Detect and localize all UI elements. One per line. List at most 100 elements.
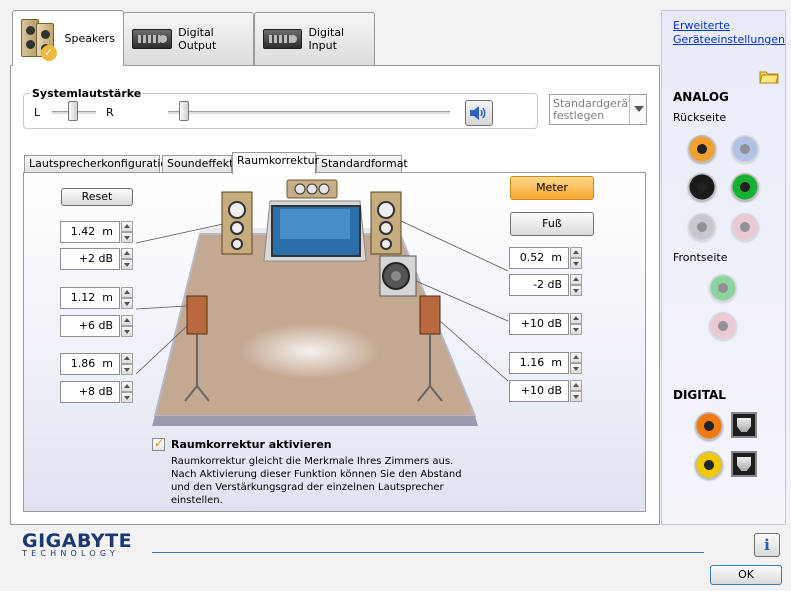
coaxial-output-jack[interactable] <box>695 412 723 440</box>
stepper-up-icon[interactable] <box>570 313 582 324</box>
side-left-gain-stepper[interactable]: +6 dB <box>60 315 134 337</box>
stepper-up-icon[interactable] <box>570 352 582 363</box>
jack-green-rear[interactable] <box>731 173 759 201</box>
front-left-gain-stepper[interactable]: +2 dB <box>60 248 134 270</box>
room-illustration <box>135 179 509 426</box>
front-label: Frontseite <box>673 251 728 264</box>
stepper-down-icon[interactable] <box>121 232 133 243</box>
front-left-gain-value: +2 <box>78 252 95 265</box>
tab-sound-effect-label: Soundeffekt <box>167 157 234 170</box>
rear-right-gain-stepper[interactable]: +10 dB <box>509 380 583 402</box>
optical-input-port[interactable] <box>731 451 757 477</box>
volume-slider-thumb[interactable] <box>179 101 189 121</box>
feet-button[interactable]: Fuß <box>510 212 594 236</box>
stepper-up-icon[interactable] <box>570 380 582 391</box>
subwoofer-gain-stepper[interactable]: +10 dB <box>509 313 583 335</box>
front-right-distance-value: 0.52 <box>519 251 545 264</box>
stepper-up-icon[interactable] <box>121 353 133 364</box>
rear-left-gain-stepper[interactable]: +8 dB <box>60 381 134 403</box>
tab-speaker-configuration-label: Lautsprecherkonfiguration <box>29 157 175 170</box>
ok-button[interactable]: OK <box>710 565 782 585</box>
room-correction-checkbox[interactable]: ✓ <box>152 436 165 451</box>
stepper-down-icon[interactable] <box>570 391 582 402</box>
stepper-down-icon[interactable] <box>570 285 582 296</box>
coaxial-input-jack[interactable] <box>695 451 723 479</box>
jack-black-rear[interactable] <box>688 173 716 201</box>
tab-speakers[interactable]: ✓ Speakers <box>12 10 124 66</box>
folder-icon[interactable] <box>759 68 779 84</box>
brand-subtitle: TECHNOLOGY <box>22 549 119 558</box>
side-left-distance-stepper[interactable]: 1.12 m <box>60 287 134 309</box>
rear-right-gain-value: +10 <box>520 384 544 397</box>
tab-speaker-configuration[interactable]: Lautsprecherkonfiguration <box>24 155 174 173</box>
meter-button[interactable]: Meter <box>510 176 594 200</box>
room-correction-checkbox-label: Raumkorrektur aktivieren <box>171 438 332 451</box>
checkmark-icon: ✓ <box>154 436 165 450</box>
footer-divider <box>152 552 704 553</box>
stepper-down-icon[interactable] <box>570 258 582 269</box>
balance-left-label: L <box>34 106 41 119</box>
tab-default-format[interactable]: Standardformat <box>316 155 408 173</box>
mute-button[interactable] <box>465 100 493 126</box>
rear-left-distance-stepper[interactable]: 1.86 m <box>60 353 134 375</box>
advanced-settings-link[interactable]: Erweiterte Geräteeinstellungen <box>673 19 785 47</box>
stepper-down-icon[interactable] <box>121 259 133 270</box>
balance-right-label: R <box>106 106 114 119</box>
jack-gray-rear[interactable] <box>688 213 716 241</box>
digital-heading: DIGITAL <box>673 388 726 402</box>
jack-pink-front[interactable] <box>709 312 737 340</box>
reset-button[interactable]: Reset <box>61 188 133 206</box>
jack-orange-rear[interactable] <box>688 135 716 163</box>
front-right-gain-stepper[interactable]: -2 dB <box>509 274 583 296</box>
stepper-down-icon[interactable] <box>570 324 582 335</box>
rear-label: Rückseite <box>673 111 727 124</box>
front-left-distance-value: 1.42 <box>70 225 96 238</box>
balance-slider-thumb[interactable] <box>68 101 78 121</box>
connector-side-panel <box>661 10 786 525</box>
volume-legend: Systemlautstärke <box>30 87 144 100</box>
stepper-up-icon[interactable] <box>121 315 133 326</box>
front-left-distance-stepper[interactable]: 1.42 m <box>60 221 134 243</box>
stepper-up-icon[interactable] <box>570 247 582 258</box>
front-right-distance-stepper[interactable]: 0.52 m <box>509 247 583 269</box>
rear-left-gain-value: +8 <box>78 385 95 398</box>
digital-input-device-icon <box>263 29 303 49</box>
unit-label: dB <box>547 384 562 397</box>
rear-left-distance-value: 1.86 <box>70 357 96 370</box>
optical-output-port[interactable] <box>731 412 757 438</box>
unit-label: dB <box>547 317 562 330</box>
stepper-up-icon[interactable] <box>121 287 133 298</box>
front-right-gain-value: -2 <box>533 278 544 291</box>
stepper-down-icon[interactable] <box>570 363 582 374</box>
tab-digital-input-label: Digital Input <box>308 26 345 52</box>
tab-room-correction[interactable]: Raumkorrektur <box>232 152 319 174</box>
rear-right-distance-stepper[interactable]: 1.16 m <box>509 352 583 374</box>
side-left-distance-value: 1.12 <box>70 291 96 304</box>
stepper-down-icon[interactable] <box>121 364 133 375</box>
speaker-volume-icon <box>470 106 486 120</box>
jack-blue-rear[interactable] <box>731 135 759 163</box>
unit-label: dB <box>547 278 562 291</box>
unit-label: dB <box>98 252 113 265</box>
stepper-up-icon[interactable] <box>121 381 133 392</box>
digital-output-device-icon <box>132 29 173 49</box>
stepper-up-icon[interactable] <box>121 221 133 232</box>
default-device-dropdown[interactable]: Standardgerät festlegen <box>549 94 647 125</box>
tab-digital-input[interactable]: Digital Input <box>254 12 375 65</box>
stepper-down-icon[interactable] <box>121 298 133 309</box>
tab-sound-effect[interactable]: Soundeffekt <box>162 155 234 173</box>
unit-label: m <box>551 251 562 264</box>
stepper-up-icon[interactable] <box>570 274 582 285</box>
side-left-gain-value: +6 <box>78 319 95 332</box>
unit-label: m <box>551 356 562 369</box>
jack-pink-rear[interactable] <box>731 213 759 241</box>
rear-right-distance-value: 1.16 <box>519 356 545 369</box>
chevron-down-icon <box>629 95 646 124</box>
jack-green-front[interactable] <box>709 274 737 302</box>
tab-digital-output[interactable]: Digital Output <box>123 12 254 65</box>
info-button[interactable]: i <box>754 533 780 557</box>
stepper-up-icon[interactable] <box>121 248 133 259</box>
unit-label: dB <box>98 385 113 398</box>
stepper-down-icon[interactable] <box>121 392 133 403</box>
stepper-down-icon[interactable] <box>121 326 133 337</box>
